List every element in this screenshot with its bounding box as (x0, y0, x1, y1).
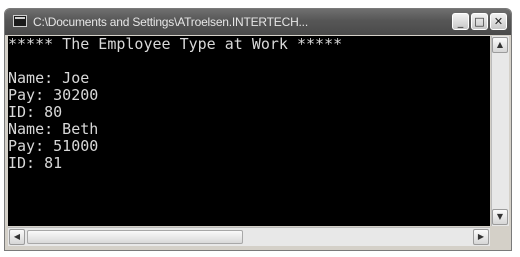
console-line: Pay: 51000 (8, 137, 99, 155)
arrow-up-icon[interactable]: ▲ (492, 37, 508, 53)
size-grip[interactable] (491, 227, 509, 246)
console-line: Name: Beth (8, 120, 99, 138)
console-line: Name: Joe (8, 69, 90, 87)
arrow-left-icon[interactable]: ◀ (9, 229, 25, 245)
console-line: ID: 81 (8, 154, 63, 172)
maximize-button[interactable]: □ (471, 13, 488, 30)
arrow-down-icon[interactable]: ▼ (492, 209, 508, 225)
window-title: C:\Documents and Settings\ATroelsen.INTE… (33, 15, 308, 29)
vertical-scrollbar[interactable]: ▲ ▼ (491, 36, 509, 226)
arrow-right-icon[interactable]: ▶ (473, 229, 489, 245)
console-header-line: ***** The Employee Type at Work ***** (8, 36, 343, 53)
console-line: ID: 80 (8, 103, 63, 121)
console-output[interactable]: ***** The Employee Type at Work ***** Na… (8, 36, 490, 226)
horizontal-scroll-thumb[interactable] (27, 230, 243, 244)
close-button[interactable]: ✕ (490, 13, 507, 30)
console-window-icon[interactable] (13, 15, 27, 27)
console-window: C:\Documents and Settings\ATroelsen.INTE… (4, 8, 512, 251)
title-bar[interactable]: C:\Documents and Settings\ATroelsen.INTE… (5, 9, 511, 35)
horizontal-scrollbar[interactable]: ◀ ▶ (8, 227, 490, 246)
minimize-button[interactable]: _ (452, 13, 469, 30)
console-line: Pay: 30200 (8, 86, 99, 104)
